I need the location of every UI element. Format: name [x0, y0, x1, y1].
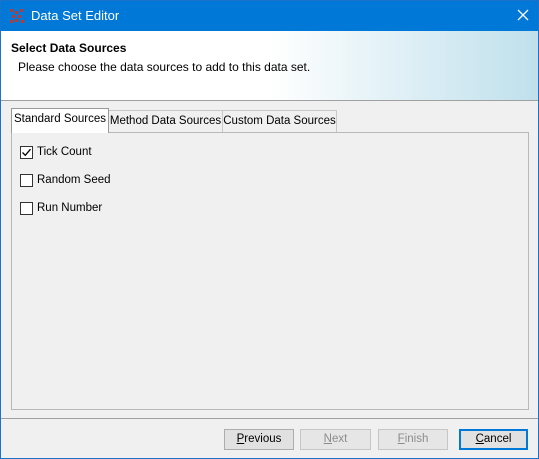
next-button[interactable]: Next: [300, 429, 371, 450]
cancel-button[interactable]: Cancel: [459, 429, 528, 450]
source-item-random-seed[interactable]: Random Seed: [20, 172, 111, 188]
tab-method-data-sources[interactable]: Method Data Sources: [108, 110, 223, 132]
close-button[interactable]: [508, 1, 538, 31]
previous-label: revious: [244, 433, 282, 445]
random-seed-checkbox[interactable]: [20, 173, 33, 187]
window-title: Data Set Editor: [31, 8, 120, 23]
title-bar[interactable]: Data Set Editor: [1, 1, 538, 31]
tick-count-checkbox[interactable]: [20, 145, 33, 159]
standard-sources-panel: Tick Count Random Seed Run Number: [11, 132, 529, 410]
checkmark-icon: [22, 148, 31, 156]
page-title: Select Data Sources: [11, 41, 127, 55]
dialog-window: Data Set Editor Select Data Sources Plea…: [0, 0, 539, 459]
run-number-checkbox[interactable]: [20, 201, 33, 215]
cancel-mnemonic: C: [475, 433, 484, 445]
next-mnemonic: N: [323, 433, 332, 445]
tick-count-label: Tick Count: [37, 146, 92, 158]
close-icon: [517, 9, 529, 24]
run-number-label: Run Number: [37, 202, 103, 214]
next-label: ext: [331, 433, 348, 445]
page-description: Please choose the data sources to add to…: [18, 60, 311, 74]
tab-standard-sources[interactable]: Standard Sources: [11, 108, 109, 133]
wizard-header: Select Data Sources Please choose the da…: [1, 31, 538, 101]
footer-separator: [1, 418, 538, 419]
grid-dots-icon: [9, 8, 25, 24]
finish-label: inish: [404, 433, 429, 445]
random-seed-label: Random Seed: [37, 174, 111, 186]
finish-mnemonic: F: [397, 433, 405, 445]
finish-button[interactable]: Finish: [378, 429, 448, 450]
tab-custom-data-sources[interactable]: Custom Data Sources: [222, 110, 337, 132]
source-item-run-number[interactable]: Run Number: [20, 200, 102, 216]
cancel-label: ancel: [483, 433, 512, 445]
source-item-tick-count[interactable]: Tick Count: [20, 144, 92, 160]
previous-button[interactable]: Previous: [224, 429, 294, 450]
